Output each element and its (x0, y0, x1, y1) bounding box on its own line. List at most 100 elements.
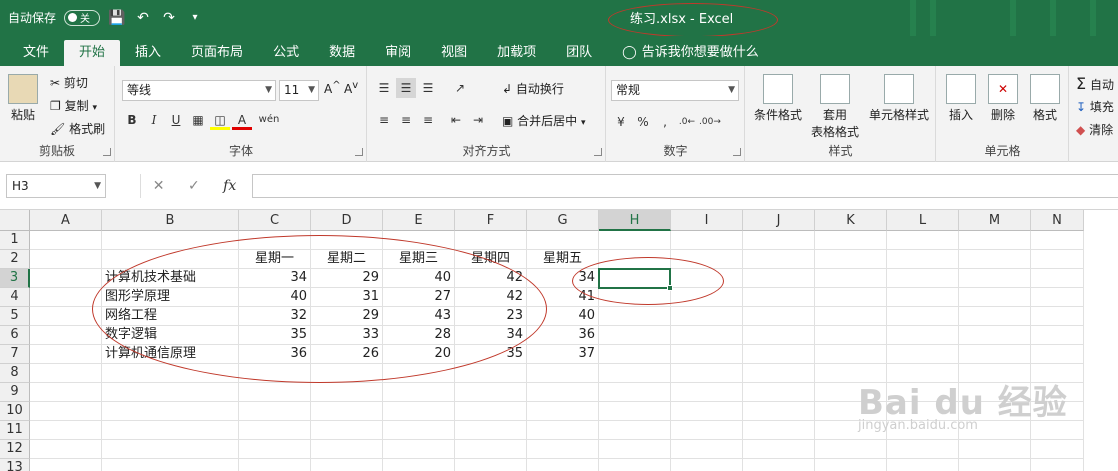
cell-I12[interactable] (671, 440, 743, 459)
cut-button[interactable]: ✂ 剪切 (50, 74, 88, 91)
cell-header-G2[interactable]: 星期五 (527, 250, 599, 269)
cell-A8[interactable] (30, 364, 102, 383)
align-left-icon[interactable]: ≡ (374, 110, 394, 130)
cell-I1[interactable] (671, 231, 743, 250)
cell-J10[interactable] (743, 402, 815, 421)
cell-H4[interactable] (599, 288, 671, 307)
cell-value-D7[interactable]: 26 (311, 345, 383, 364)
cell-E13[interactable] (383, 459, 455, 471)
cell-J13[interactable] (743, 459, 815, 471)
underline-button[interactable]: U (166, 110, 186, 130)
cell-G8[interactable] (527, 364, 599, 383)
column-header-N[interactable]: N (1031, 210, 1084, 231)
formula-input[interactable] (252, 174, 1118, 198)
insert-cells-button[interactable]: 插入 (943, 74, 979, 123)
cell-G10[interactable] (527, 402, 599, 421)
cell-C9[interactable] (239, 383, 311, 402)
shrink-font-button[interactable]: Av (344, 80, 358, 96)
cell-D9[interactable] (311, 383, 383, 402)
row-header-10[interactable]: 10 (0, 402, 30, 421)
column-header-I[interactable]: I (671, 210, 743, 231)
cell-K3[interactable] (815, 269, 887, 288)
row-header-7[interactable]: 7 (0, 345, 30, 364)
cell-A5[interactable] (30, 307, 102, 326)
cell-value-F5[interactable]: 23 (455, 307, 527, 326)
cell-value-G3[interactable]: 34 (527, 269, 599, 288)
column-header-E[interactable]: E (383, 210, 455, 231)
tell-me-box[interactable]: ◯ 告诉我你想要做什么 (607, 40, 774, 66)
cell-H12[interactable] (599, 440, 671, 459)
row-header-12[interactable]: 12 (0, 440, 30, 459)
cell-F9[interactable] (455, 383, 527, 402)
cell-H2[interactable] (599, 250, 671, 269)
cell-value-E6[interactable]: 28 (383, 326, 455, 345)
cell-B11[interactable] (102, 421, 239, 440)
cell-value-D5[interactable]: 29 (311, 307, 383, 326)
cell-value-G6[interactable]: 36 (527, 326, 599, 345)
row-header-13[interactable]: 13 (0, 459, 30, 471)
cell-L1[interactable] (887, 231, 959, 250)
cell-value-E3[interactable]: 40 (383, 269, 455, 288)
cell-G1[interactable] (527, 231, 599, 250)
tab-page-layout[interactable]: 页面布局 (176, 40, 258, 66)
cell-A12[interactable] (30, 440, 102, 459)
cell-styles-button[interactable]: 单元格样式 (866, 74, 932, 123)
cell-K13[interactable] (815, 459, 887, 471)
decrease-decimal-icon[interactable]: .00→ (699, 112, 721, 132)
align-bottom-icon[interactable]: ☰ (418, 78, 438, 98)
dialog-launcher-icon[interactable] (594, 148, 602, 156)
cell-N4[interactable] (1031, 288, 1084, 307)
cell-H6[interactable] (599, 326, 671, 345)
row-header-2[interactable]: 2 (0, 250, 30, 269)
cell-I11[interactable] (671, 421, 743, 440)
cell-I6[interactable] (671, 326, 743, 345)
cell-D10[interactable] (311, 402, 383, 421)
row-header-9[interactable]: 9 (0, 383, 30, 402)
cell-F8[interactable] (455, 364, 527, 383)
cell-F1[interactable] (455, 231, 527, 250)
tab-team[interactable]: 团队 (551, 40, 607, 66)
autosum-button[interactable]: Σ 自动 (1076, 74, 1114, 93)
cell-D13[interactable] (311, 459, 383, 471)
cell-header-D2[interactable]: 星期二 (311, 250, 383, 269)
cell-I13[interactable] (671, 459, 743, 471)
currency-icon[interactable]: ¥ (611, 112, 631, 132)
tab-formulas[interactable]: 公式 (258, 40, 314, 66)
row-header-4[interactable]: 4 (0, 288, 30, 307)
font-color-icon[interactable]: A (232, 110, 252, 130)
cell-value-E7[interactable]: 20 (383, 345, 455, 364)
cell-value-C3[interactable]: 34 (239, 269, 311, 288)
fill-button[interactable]: ↧ 填充 (1076, 98, 1114, 115)
delete-cells-button[interactable]: ✕ 删除 (985, 74, 1021, 123)
cell-B10[interactable] (102, 402, 239, 421)
fill-handle[interactable] (667, 285, 673, 291)
cell-N5[interactable] (1031, 307, 1084, 326)
cell-A3[interactable] (30, 269, 102, 288)
fill-color-icon[interactable]: ◫ (210, 110, 230, 130)
cell-H9[interactable] (599, 383, 671, 402)
orientation-icon[interactable]: ↗ (450, 78, 470, 98)
save-icon[interactable]: 💾 (108, 10, 126, 26)
align-middle-icon[interactable]: ☰ (396, 78, 416, 98)
cell-value-G5[interactable]: 40 (527, 307, 599, 326)
cell-K2[interactable] (815, 250, 887, 269)
cell-I9[interactable] (671, 383, 743, 402)
cell-B9[interactable] (102, 383, 239, 402)
cell-B2[interactable] (102, 250, 239, 269)
cell-M1[interactable] (959, 231, 1031, 250)
cell-F10[interactable] (455, 402, 527, 421)
cell-I4[interactable] (671, 288, 743, 307)
check-icon[interactable]: ✓ (188, 178, 200, 194)
cell-H1[interactable] (599, 231, 671, 250)
cell-J9[interactable] (743, 383, 815, 402)
tab-review[interactable]: 审阅 (370, 40, 426, 66)
cell-A9[interactable] (30, 383, 102, 402)
cell-J1[interactable] (743, 231, 815, 250)
cell-E11[interactable] (383, 421, 455, 440)
cell-D12[interactable] (311, 440, 383, 459)
cell-C10[interactable] (239, 402, 311, 421)
cell-course-name-B3[interactable]: 计算机技术基础 (102, 269, 239, 288)
align-top-icon[interactable]: ☰ (374, 78, 394, 98)
cell-course-name-B4[interactable]: 图形学原理 (102, 288, 239, 307)
cell-course-name-B6[interactable]: 数字逻辑 (102, 326, 239, 345)
